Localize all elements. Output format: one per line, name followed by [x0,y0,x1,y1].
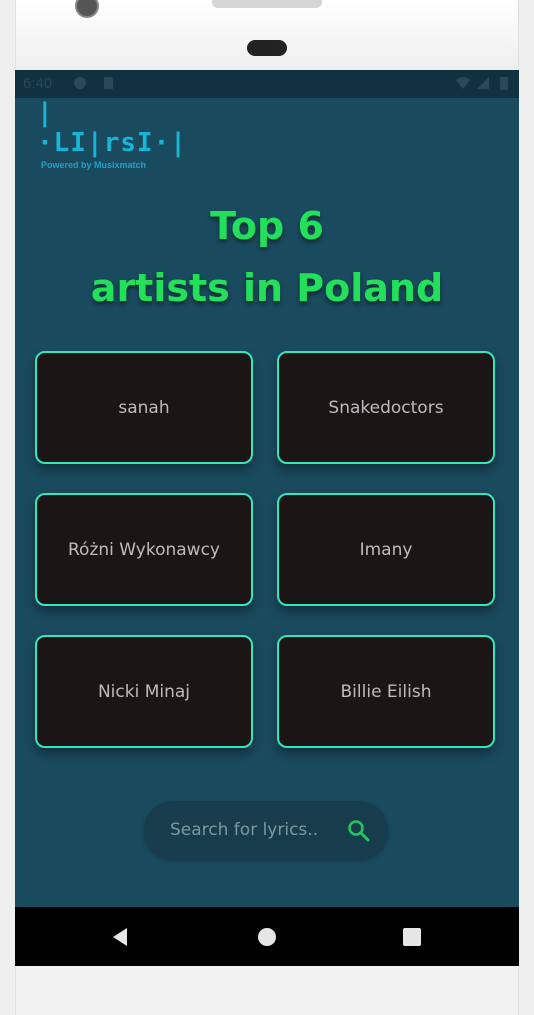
artist-name: Imany [359,539,413,560]
phone-frame: 6:40 |·LI|rsI·| Powered by Musixmatch To… [0,0,534,1015]
artist-name: Billie Eilish [340,681,432,702]
phone-left-bezel [0,0,16,1015]
title-line-1: Top 6 [210,204,324,248]
search-input[interactable] [160,801,340,859]
artist-card-rozni-wykonawcy[interactable]: Różni Wykonawcy [35,493,253,606]
search-icon[interactable] [346,818,370,842]
recents-square-icon[interactable] [401,926,423,948]
artist-card-snakedoctors[interactable]: Snakedoctors [277,351,495,464]
artist-name: Snakedoctors [328,397,444,418]
artist-card-nicki-minaj[interactable]: Nicki Minaj [35,635,253,748]
wifi-icon [456,77,470,89]
cell-signal-icon [477,77,489,89]
back-triangle-icon[interactable] [109,926,131,948]
status-bar: 6:40 [15,70,519,98]
home-circle-icon[interactable] [256,926,278,948]
sensor-bar [212,0,322,8]
phone-right-bezel [518,0,534,1015]
artist-name: Nicki Minaj [97,681,191,702]
notification-icon [74,77,86,89]
artist-card-billie-eilish[interactable]: Billie Eilish [277,635,495,748]
title-line-2: artists in Poland [90,266,444,310]
logo-wordmark: |·LI|rsI·| [37,98,187,158]
earpiece-speaker [247,40,287,56]
artist-card-sanah[interactable]: sanah [35,351,253,464]
battery-icon [500,77,508,90]
app-screen: 6:40 |·LI|rsI·| Powered by Musixmatch To… [15,70,519,966]
sd-card-icon [104,77,113,89]
artist-name: sanah [118,397,170,418]
search-bar[interactable] [144,801,388,859]
status-time: 6:40 [23,75,53,92]
artist-card-imany[interactable]: Imany [277,493,495,606]
app-logo: |·LI|rsI·| Powered by Musixmatch [37,98,186,170]
powered-by-label: Powered by Musixmatch [41,160,147,170]
artist-name: Różni Wykonawcy [68,539,220,560]
page-title: Top 6 artists in Poland [15,195,519,319]
system-nav-bar [15,907,519,966]
